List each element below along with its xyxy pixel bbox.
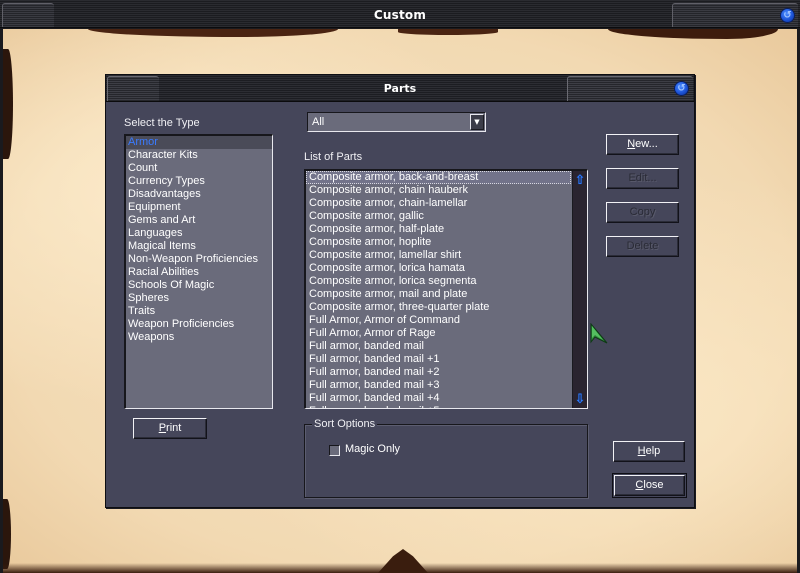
- parts-list-item[interactable]: Full armor, banded mail +5: [306, 405, 571, 408]
- cursor-arrow-icon: [590, 323, 608, 344]
- parchment-crack: [593, 507, 668, 519]
- parts-list-item[interactable]: Full armor, banded mail +3: [306, 379, 571, 392]
- parts-list-item[interactable]: Full armor, banded mail: [306, 340, 571, 353]
- parts-listbox[interactable]: Composite armor, back-and-breast Composit…: [304, 169, 588, 409]
- parts-list-item[interactable]: Full armor, banded mail +1: [306, 353, 571, 366]
- magic-only-checkbox[interactable]: [329, 445, 340, 456]
- edit-button[interactable]: Edit...: [606, 168, 679, 189]
- arrow-down-icon: ⇩: [574, 391, 586, 407]
- type-list-item[interactable]: Currency Types: [126, 175, 272, 188]
- type-list-item[interactable]: Traits: [126, 305, 272, 318]
- type-list-item[interactable]: Languages: [126, 227, 272, 240]
- help-button[interactable]: Help: [613, 441, 685, 462]
- sort-options-group: Sort Options Magic Only: [304, 418, 588, 498]
- parts-items: Composite armor, back-and-breast Composit…: [306, 171, 571, 408]
- parts-list-item[interactable]: Composite armor, mail and plate: [306, 288, 571, 301]
- orb-icon: ↺: [677, 82, 686, 94]
- filter-dropdown[interactable]: All ▼: [307, 112, 486, 132]
- copy-button[interactable]: Copy: [606, 202, 679, 223]
- type-list-item[interactable]: Count: [126, 162, 272, 175]
- type-list-item[interactable]: Magical Items: [126, 240, 272, 253]
- burnt-edge: [88, 29, 338, 37]
- help-button-label: elp: [645, 445, 661, 457]
- parts-list-item[interactable]: Composite armor, lamellar shirt: [306, 249, 571, 262]
- type-list-item[interactable]: Schools Of Magic: [126, 279, 272, 292]
- type-list-item[interactable]: Disadvantages: [126, 188, 272, 201]
- print-button-accel: P: [158, 422, 167, 434]
- dropdown-button[interactable]: ▼: [470, 114, 484, 130]
- parts-dialog: Parts ↺ Select the Type Armor Character K…: [105, 74, 695, 508]
- parts-list-item[interactable]: Composite armor, lorica hamata: [306, 262, 571, 275]
- scroll-up-button[interactable]: ⇧: [573, 171, 587, 189]
- type-list-item[interactable]: Gems and Art: [126, 214, 272, 227]
- type-list-item[interactable]: Character Kits: [126, 149, 272, 162]
- scroll-down-button[interactable]: ⇩: [573, 390, 587, 408]
- select-type-label: Select the Type: [124, 117, 200, 129]
- parts-list-item[interactable]: Full armor, banded mail +4: [306, 392, 571, 405]
- type-list-item[interactable]: Racial Abilities: [126, 266, 272, 279]
- dialog-title: Parts: [383, 82, 417, 95]
- close-button[interactable]: Close: [612, 473, 687, 498]
- outer-close-orb-button[interactable]: ↺: [780, 8, 795, 23]
- filter-value: All: [312, 116, 325, 128]
- burnt-edge: [3, 49, 13, 159]
- type-list-item[interactable]: Non-Weapon Proficiencies: [126, 253, 272, 266]
- parts-list-item[interactable]: Composite armor, chain-lamellar: [306, 197, 571, 210]
- type-list-item[interactable]: Armor: [126, 136, 272, 149]
- print-button[interactable]: Print: [133, 418, 207, 439]
- print-button-label: rint: [166, 422, 182, 434]
- dialog-close-orb-button[interactable]: ↺: [674, 81, 689, 96]
- parts-list-item[interactable]: Full Armor, Armor of Rage: [306, 327, 571, 340]
- help-button-accel: H: [637, 445, 646, 457]
- parts-list-item[interactable]: Composite armor, gallic: [306, 210, 571, 223]
- parts-list-item[interactable]: Composite armor, three-quarter plate: [306, 301, 571, 314]
- outer-window-title: Custom: [373, 8, 427, 22]
- parts-list-item[interactable]: Composite armor, chain hauberk: [306, 184, 571, 197]
- burnt-edge: [378, 549, 428, 573]
- new-button-accel: N: [627, 138, 636, 150]
- type-list-item[interactable]: Weapons: [126, 331, 272, 344]
- arrow-up-icon: ⇧: [574, 172, 586, 188]
- delete-button[interactable]: Delete: [606, 236, 679, 257]
- parts-list-item[interactable]: Composite armor, lorica segmenta: [306, 275, 571, 288]
- parts-list-item[interactable]: Composite armor, hoplite: [306, 236, 571, 249]
- dialog-title-bar[interactable]: Parts ↺: [106, 75, 694, 102]
- type-list-item[interactable]: Weapon Proficiencies: [126, 318, 272, 331]
- orb-icon: ↺: [783, 9, 792, 21]
- new-button[interactable]: New...: [606, 134, 679, 155]
- close-button-label: lose: [643, 479, 664, 491]
- magic-only-label[interactable]: Magic Only: [345, 443, 400, 455]
- burnt-edge: [3, 499, 11, 569]
- type-list-item[interactable]: Equipment: [126, 201, 272, 214]
- outer-title-bar[interactable]: Custom ↺: [0, 0, 800, 28]
- parts-scrollbar[interactable]: ⇧ ⇩: [572, 171, 587, 408]
- burnt-edge: [608, 29, 778, 39]
- list-of-parts-label: List of Parts: [304, 151, 363, 163]
- sort-options-legend: Sort Options: [312, 418, 378, 430]
- type-listbox[interactable]: Armor Character Kits Count Currency Types Di…: [124, 134, 273, 409]
- chevron-down-icon: ▼: [474, 117, 480, 126]
- burnt-edge: [398, 29, 498, 35]
- parts-list-item[interactable]: Composite armor, half-plate: [306, 223, 571, 236]
- parts-list-item[interactable]: Composite armor, back-and-breast: [306, 171, 571, 184]
- type-list-item[interactable]: Spheres: [126, 292, 272, 305]
- parts-list-item[interactable]: Full Armor, Armor of Command: [306, 314, 571, 327]
- parts-list-item[interactable]: Full armor, banded mail +2: [306, 366, 571, 379]
- new-button-label: ew...: [635, 138, 658, 150]
